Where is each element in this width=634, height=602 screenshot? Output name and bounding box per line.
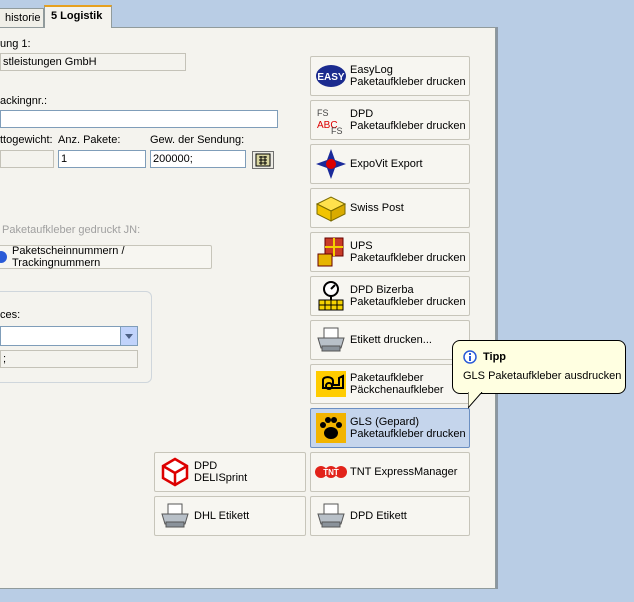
- dpd-delisprint-button[interactable]: DPD DELISprint: [154, 452, 306, 492]
- gls-gepard-button[interactable]: GLS (Gepard) Paketaufkleber drucken: [310, 408, 470, 448]
- post-horn-icon: [314, 367, 348, 401]
- label-tracking: ackingnr.:: [0, 95, 48, 107]
- tnt-line1: TNT ExpressManager: [350, 466, 458, 478]
- ups-package-icon: [314, 235, 348, 269]
- gls-line1: GLS (Gepard): [350, 416, 420, 428]
- swiss-post-line1: Swiss Post: [350, 202, 404, 214]
- label-shipment-weight: Gew. der Sendung:: [150, 134, 245, 146]
- dpd-cube-icon: [158, 455, 192, 489]
- services-select[interactable]: [0, 326, 138, 346]
- info-icon: [463, 350, 477, 364]
- dpd-button[interactable]: FS ABC FS DPD Paketaufkleber drucken: [310, 100, 470, 140]
- svg-text:TNT: TNT: [323, 468, 339, 477]
- svg-text:FS: FS: [317, 108, 329, 118]
- label-row1: ung 1:: [0, 38, 31, 50]
- dpd-line2: Paketaufkleber drucken: [350, 120, 466, 132]
- dpd-bizerba-line2: Paketaufkleber drucken: [350, 296, 466, 308]
- dpd-bizerba-line1: DPD Bizerba: [350, 284, 414, 296]
- expovit-export-button[interactable]: ExpoVit Export: [310, 144, 470, 184]
- compass-icon: [314, 147, 348, 181]
- company-field: stleistungen GmbH: [0, 53, 186, 71]
- easylog-icon-text: EASY: [317, 72, 345, 83]
- dpd-line1: DPD: [350, 108, 374, 120]
- calculator-icon: [255, 153, 271, 167]
- expovit-line1: ExpoVit Export: [350, 158, 423, 170]
- dpd-etikett-button[interactable]: DPD Etikett: [310, 496, 470, 536]
- ups-line2: Paketaufkleber drucken: [350, 252, 466, 264]
- svg-text:FS: FS: [331, 126, 343, 136]
- post-line1: Paketaufkleber: [350, 372, 424, 384]
- tracking-numbers-label: Paketscheinnummern / Trackingnummern: [12, 245, 125, 269]
- easylog-icon: EASY: [314, 59, 348, 93]
- dpd-etikett-line1: DPD Etikett: [350, 510, 407, 522]
- panel-shadow: [496, 27, 498, 589]
- label-printed: Paketaufkleber gedruckt JN:: [2, 224, 141, 236]
- dpd-delisprint-line2: DELISprint: [194, 472, 248, 484]
- tnt-logo-icon: TNT: [314, 455, 348, 489]
- paw-icon: [314, 411, 348, 445]
- tracking-numbers-button[interactable]: Paketscheinnummern / Trackingnummern: [0, 245, 212, 269]
- package-icon: [314, 191, 348, 225]
- tooltip-title: Tipp: [483, 351, 507, 363]
- printer-icon: [314, 499, 348, 533]
- post-paketaufkleber-button[interactable]: Paketaufkleber Päckchenaufkleber: [310, 364, 470, 404]
- scale-icon: [314, 279, 348, 313]
- ups-button[interactable]: UPS Paketaufkleber drucken: [310, 232, 470, 272]
- dpd-abc-icon: FS ABC FS: [314, 103, 348, 137]
- tooltip: Tipp GLS Paketaufkleber ausdrucken: [452, 340, 626, 394]
- tooltip-text: GLS Paketaufkleber ausdrucken: [463, 370, 622, 382]
- label-weight: ttogewicht:: [0, 134, 53, 146]
- dpd-bizerba-button[interactable]: DPD Bizerba Paketaufkleber drucken: [310, 276, 470, 316]
- tracking-input[interactable]: [0, 110, 278, 128]
- dpd-delisprint-line1: DPD: [194, 460, 218, 472]
- tnt-expressmanager-button[interactable]: TNT TNT ExpressManager: [310, 452, 470, 492]
- tab-logistik[interactable]: 5 Logistik: [44, 5, 112, 28]
- dhl-etikett-button[interactable]: DHL Etikett: [154, 496, 306, 536]
- chevron-down-icon[interactable]: [120, 327, 137, 345]
- tab-label: 5 Logistik: [51, 10, 103, 22]
- dhl-etikett-line1: DHL Etikett: [194, 510, 250, 522]
- etikett-line1: Etikett drucken...: [350, 334, 432, 346]
- label-services: ces:: [0, 309, 21, 321]
- services-list: ;: [0, 350, 138, 368]
- packages-input[interactable]: 1: [58, 150, 146, 168]
- label-packages: Anz. Pakete:: [58, 134, 121, 146]
- swiss-post-button[interactable]: Swiss Post: [310, 188, 470, 228]
- radio-icon: [0, 251, 7, 263]
- easylog-line2: Paketaufkleber drucken: [350, 76, 466, 88]
- weight-field: [0, 150, 54, 168]
- tab-label: historie: [5, 12, 41, 24]
- calculator-button[interactable]: [252, 151, 274, 169]
- etikett-drucken-button[interactable]: Etikett drucken...: [310, 320, 470, 360]
- post-line2: Päckchenaufkleber: [350, 384, 444, 396]
- tooltip-tail: [468, 392, 483, 409]
- tab-historie[interactable]: historie: [0, 8, 44, 27]
- printer-icon: [314, 323, 348, 357]
- shipment-weight-input[interactable]: 200000;: [150, 150, 246, 168]
- ups-line1: UPS: [350, 240, 373, 252]
- easylog-line1: EasyLog: [350, 64, 393, 76]
- printer-icon: [158, 499, 192, 533]
- gls-line2: Paketaufkleber drucken: [350, 428, 466, 440]
- easylog-button[interactable]: EASY EasyLog Paketaufkleber drucken: [310, 56, 470, 96]
